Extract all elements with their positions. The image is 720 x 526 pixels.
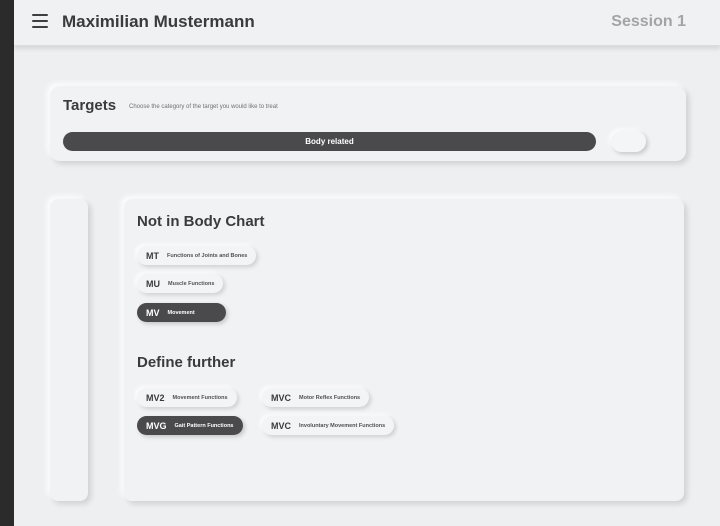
main-panel: Not in Body Chart MT Functions of Joints… [124,199,684,501]
category-selector-body-related[interactable]: Body related [63,132,596,151]
chip-code: MV2 [146,392,165,403]
chip-label: Gait Pattern Functions [174,422,234,429]
chip-label: Muscle Functions [168,280,215,287]
chip-code: MVC [271,420,291,431]
chip-label: Movement [167,309,195,316]
chip-label: Involuntary Movement Functions [299,422,386,429]
chip-mvc-involuntary[interactable]: MVC Involuntary Movement Functions [262,416,395,435]
chip-mv2[interactable]: MV2 Movement Functions [137,388,237,407]
window-left-edge [0,0,14,526]
category-toggle[interactable] [611,131,646,152]
not-in-body-chart-title: Not in Body Chart [137,213,265,230]
category-selector-label: Body related [305,137,354,146]
side-panel [50,199,88,501]
top-bar: Maximilian Mustermann Session 1 [14,0,720,46]
hamburger-menu-icon[interactable] [32,14,48,28]
chip-mu[interactable]: MU Muscle Functions [137,274,224,293]
chip-code: MT [146,250,159,261]
user-name: Maximilian Mustermann [62,12,255,31]
chip-code: MU [146,278,160,289]
chip-code: MVC [271,392,291,403]
chip-code: MV [146,307,160,318]
session-label: Session 1 [611,13,686,30]
chip-mvc-motor-reflex[interactable]: MVC Motor Reflex Functions [262,388,370,407]
chip-label: Functions of Joints and Bones [167,252,248,259]
targets-card: Targets Choose the category of the targe… [50,86,686,161]
chip-label: Motor Reflex Functions [299,394,361,401]
chip-mt[interactable]: MT Functions of Joints and Bones [137,246,257,265]
targets-title: Targets [63,97,117,114]
chip-label: Movement Functions [172,394,228,401]
targets-subtitle: Choose the category of the target you wo… [129,104,278,110]
chip-code: MVG [146,420,167,431]
define-further-title: Define further [137,354,236,371]
chip-mvg-selected[interactable]: MVG Gait Pattern Functions [137,416,243,435]
chip-mv-selected[interactable]: MV Movement [137,303,226,322]
